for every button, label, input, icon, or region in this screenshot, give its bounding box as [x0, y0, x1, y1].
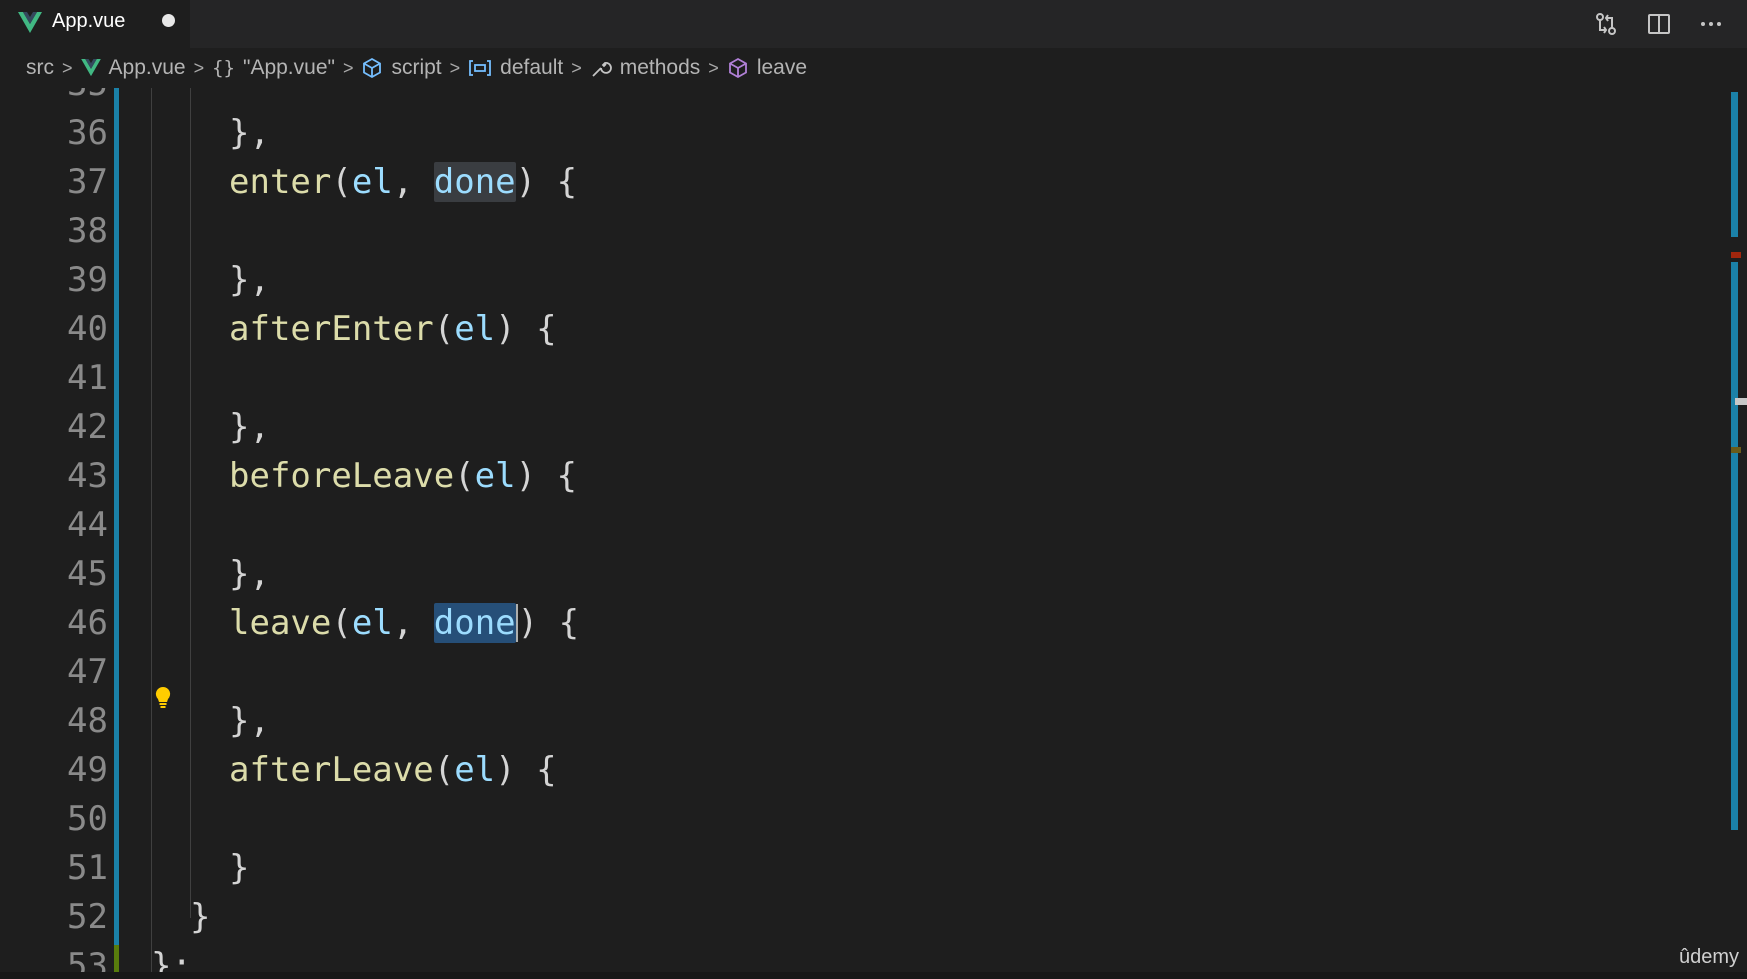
- line-number: 47: [67, 652, 108, 692]
- code-text: },: [229, 407, 270, 447]
- code-text: enter(el, done) {: [229, 162, 578, 202]
- breadcrumb-leave[interactable]: leave: [727, 56, 807, 80]
- more-actions-icon[interactable]: [1697, 10, 1725, 38]
- code-editor[interactable]: 35 36 }, 37 enter(el, done) { 38 39 }, 4…: [0, 88, 1747, 972]
- code-line: 37 enter(el, done) {: [0, 158, 1700, 207]
- line-number: 44: [67, 505, 108, 545]
- chevron-right-icon: >: [708, 57, 719, 78]
- cube-icon: [363, 57, 382, 79]
- breadcrumb-default[interactable]: default: [468, 56, 563, 80]
- breadcrumb-script[interactable]: script: [361, 56, 442, 80]
- code-line: 47: [0, 648, 1700, 697]
- line-number: 37: [67, 162, 108, 202]
- code-text: },: [229, 554, 270, 594]
- code-line: 41: [0, 354, 1700, 403]
- code-line: 36 },: [0, 109, 1700, 158]
- code-line-active: 46 leave(el, done) {: [0, 599, 1700, 648]
- chevron-right-icon: >: [342, 57, 354, 78]
- code-text: afterEnter(el) {: [229, 309, 557, 349]
- breadcrumb-app-vue-module[interactable]: {} "App.vue": [212, 56, 335, 80]
- chevron-right-icon: >: [571, 57, 582, 78]
- code-line: 39 },: [0, 256, 1700, 305]
- code-line: 53 };: [0, 942, 1700, 972]
- vue-logo-icon: [18, 12, 42, 33]
- code-line: 45 },: [0, 550, 1700, 599]
- line-number: 41: [67, 358, 108, 398]
- code-text: }: [190, 897, 211, 937]
- line-number: 52: [67, 897, 108, 937]
- line-number: 45: [67, 554, 108, 594]
- lightbulb-icon[interactable]: [154, 686, 172, 710]
- variable-icon: [469, 60, 492, 76]
- breadcrumb-methods[interactable]: methods: [590, 56, 700, 80]
- line-number: 53: [67, 946, 108, 972]
- error-marker: [1731, 252, 1741, 258]
- cursor-position-marker: [1735, 398, 1747, 405]
- line-number: 49: [67, 750, 108, 790]
- warning-marker: [1731, 447, 1741, 453]
- code-line: 50: [0, 795, 1700, 844]
- line-number: 48: [67, 701, 108, 741]
- chevron-right-icon: >: [62, 57, 73, 78]
- line-number: 36: [67, 113, 108, 153]
- modified-region-marker: [1731, 262, 1738, 830]
- breadcrumb-app-vue[interactable]: App.vue: [80, 56, 186, 80]
- code-line: 44: [0, 501, 1700, 550]
- code-text: }: [229, 848, 250, 888]
- code-text: leave(el, done) {: [229, 603, 580, 643]
- breadcrumb-src[interactable]: src: [26, 56, 54, 80]
- bottom-edge: [0, 972, 1747, 979]
- line-number: 42: [67, 407, 108, 447]
- code-text: },: [229, 113, 270, 153]
- code-line: 48 },: [0, 697, 1700, 746]
- code-line: 43 beforeLeave(el) {: [0, 452, 1700, 501]
- line-number: 35: [0, 88, 108, 109]
- udemy-watermark: ûdemy: [1678, 946, 1739, 968]
- unsaved-changes-indicator[interactable]: [162, 14, 175, 27]
- open-changes-icon[interactable]: [1592, 10, 1620, 38]
- braces-icon: {}: [212, 57, 235, 79]
- code-line: 51 }: [0, 844, 1700, 893]
- chevron-right-icon: >: [449, 57, 461, 78]
- line-number: 39: [67, 260, 108, 300]
- line-number: 40: [67, 309, 108, 349]
- code-line: 40 afterEnter(el) {: [0, 305, 1700, 354]
- tab-label: App.vue: [52, 10, 126, 32]
- code-line: 49 afterLeave(el) {: [0, 746, 1700, 795]
- code-line: 38: [0, 207, 1700, 256]
- line-number: 46: [67, 603, 108, 643]
- tab-app-vue[interactable]: App.vue: [0, 0, 190, 48]
- selected-word: done: [433, 603, 516, 643]
- code-text: beforeLeave(el) {: [229, 456, 578, 496]
- split-editor-icon[interactable]: [1645, 10, 1673, 38]
- code-line: 35: [0, 88, 1700, 109]
- modified-region-marker: [1731, 92, 1738, 237]
- code-line: 42 },: [0, 403, 1700, 452]
- line-number: 50: [67, 799, 108, 839]
- code-text: },: [229, 701, 270, 741]
- line-number: 38: [67, 211, 108, 251]
- breadcrumb: src > App.vue > {} "App.vue" > script > …: [0, 48, 1747, 88]
- chevron-right-icon: >: [193, 57, 205, 78]
- code-text: afterLeave(el) {: [229, 750, 557, 790]
- wrench-icon: [592, 62, 612, 77]
- code-line: 52 }: [0, 893, 1700, 942]
- line-number: 43: [67, 456, 108, 496]
- code-text: },: [229, 260, 270, 300]
- code-text: };: [151, 946, 192, 972]
- word-highlight: done: [433, 162, 516, 202]
- tab-bar: App.vue: [0, 0, 1747, 48]
- cube-icon: [728, 57, 747, 79]
- vue-logo-icon: [80, 59, 101, 77]
- line-number: 51: [67, 848, 108, 888]
